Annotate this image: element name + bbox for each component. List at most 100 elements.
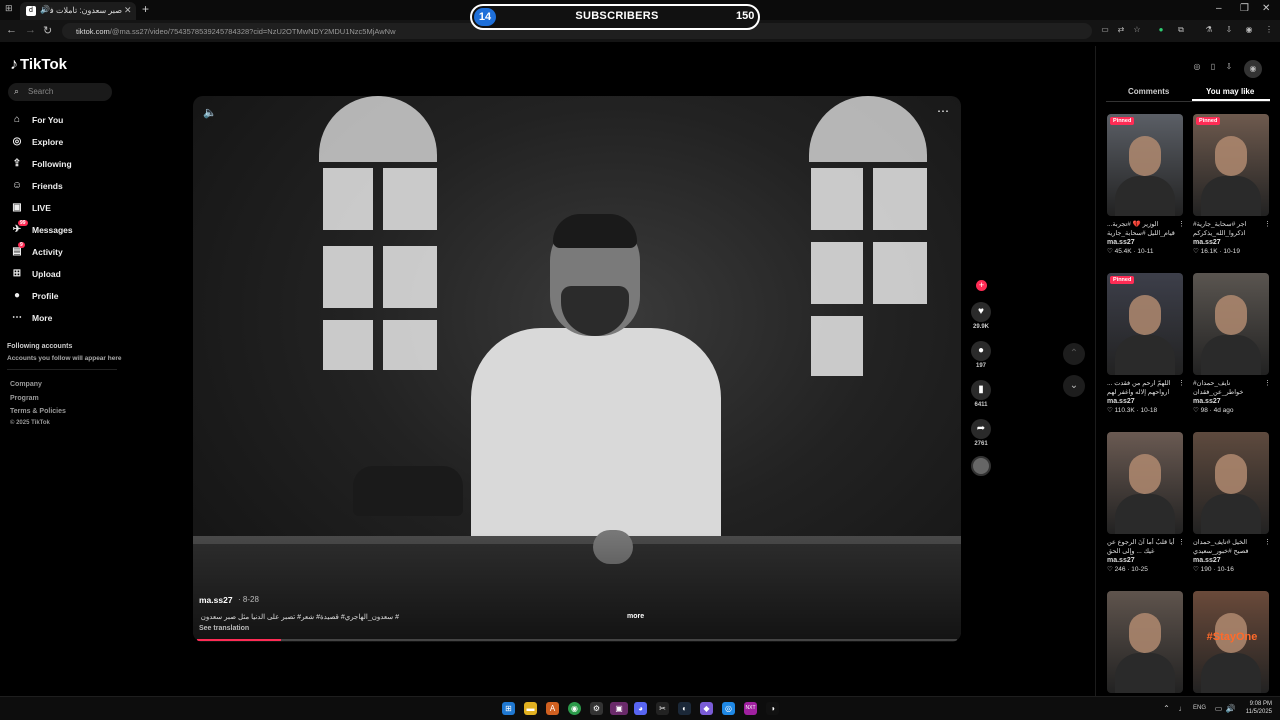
tiktok-logo[interactable]: ♪ TikTok: [10, 56, 67, 74]
file-explorer-icon[interactable]: ▬: [524, 702, 537, 715]
video-player[interactable]: 🔈 ⋯ ma.ss27 · 8-28 # سعدون_الهاجري# قصيد…: [193, 96, 961, 642]
app-purple-icon[interactable]: ◆: [700, 702, 713, 715]
video-thumbnail[interactable]: [1193, 273, 1269, 375]
search-input[interactable]: ⌕ Search: [8, 83, 112, 101]
card-more-icon[interactable]: ⋮: [1264, 220, 1271, 229]
app-gamepad-icon[interactable]: ◑: [766, 702, 779, 715]
sidebar-item-upload[interactable]: ⊞ Upload: [10, 266, 110, 284]
new-tab-button[interactable]: +: [142, 2, 149, 16]
cast-icon[interactable]: ▭: [1100, 25, 1110, 35]
tray-date[interactable]: 11/5/2025: [1240, 709, 1272, 715]
tray-time[interactable]: 9:08 PM: [1240, 701, 1272, 707]
video-thumbnail[interactable]: Pinned: [1107, 114, 1183, 216]
video-thumbnail[interactable]: Pinned: [1107, 273, 1183, 375]
translate-icon[interactable]: ⇄: [1116, 25, 1126, 35]
panel-phone-icon[interactable]: ▯: [1206, 62, 1220, 76]
tray-language[interactable]: ENG: [1193, 705, 1206, 711]
tab-audio-icon[interactable]: 🔊: [40, 5, 50, 14]
card-more-icon[interactable]: ⋮: [1264, 379, 1271, 388]
card-author[interactable]: ma.ss27: [1193, 398, 1271, 405]
app-blue-icon[interactable]: ◎: [722, 702, 735, 715]
footer-terms-link[interactable]: Terms & Policies: [10, 408, 66, 415]
see-translation-button[interactable]: See translation: [199, 625, 249, 632]
card-more-icon[interactable]: ⋮: [1178, 538, 1185, 547]
footer-program-link[interactable]: Program: [10, 395, 39, 402]
volume-icon[interactable]: 🔈: [203, 106, 217, 119]
recommended-video-card[interactable]: أيا قلبُ أما آنَ الرجوع عن غيك ... وإلى …: [1107, 432, 1185, 573]
sidebar-item-friends[interactable]: ☺ Friends: [10, 178, 110, 196]
steam-icon[interactable]: ◐: [678, 702, 691, 715]
tab-comments[interactable]: Comments: [1128, 87, 1169, 96]
close-window-button[interactable]: ✕: [1262, 3, 1270, 14]
panel-compass-icon[interactable]: ◎: [1190, 62, 1204, 76]
video-progress-bar[interactable]: [197, 639, 957, 641]
video-thumbnail[interactable]: [1193, 432, 1269, 534]
browser-tab[interactable]: d 🔊 صبر سعدون: تأملات في الح... ✕: [20, 2, 136, 20]
video-thumbnail[interactable]: #StayOne: [1193, 591, 1269, 693]
card-more-icon[interactable]: ⋮: [1264, 538, 1271, 547]
card-author[interactable]: ma.ss27: [1107, 239, 1185, 246]
forward-arrow-icon[interactable]: →: [25, 24, 36, 36]
capcut-icon[interactable]: ✂: [656, 702, 669, 715]
sidebar-item-following[interactable]: ⇪ Following: [10, 156, 110, 174]
recommended-video-card[interactable]: [1107, 591, 1185, 693]
profile-avatar-icon[interactable]: ◉: [1244, 25, 1254, 35]
video-author[interactable]: ma.ss27: [199, 595, 233, 605]
minimize-button[interactable]: –: [1216, 3, 1222, 14]
tray-volume-icon[interactable]: 🔊: [1224, 702, 1237, 715]
next-video-chevron-down-icon[interactable]: ⌄: [1063, 375, 1085, 397]
sidebar-item-activity[interactable]: ▤ 9 Activity: [10, 242, 110, 262]
extensions-puzzle-icon[interactable]: ⧉: [1176, 25, 1186, 35]
tab-close-icon[interactable]: ✕: [124, 5, 132, 16]
footer-company-link[interactable]: Company: [10, 381, 42, 388]
like-action[interactable]: ♥ 29.9K: [971, 302, 991, 330]
tray-chevron-up-icon[interactable]: ⌃: [1160, 702, 1173, 715]
video-thumbnail[interactable]: Pinned: [1193, 114, 1269, 216]
panel-download-icon[interactable]: ⇩: [1222, 62, 1236, 76]
recommended-video-card[interactable]: Pinned الوزير 💔 #تجربة... قيام_الليل #سحا…: [1107, 114, 1185, 255]
share-action[interactable]: ➦ 2761: [971, 419, 991, 447]
recommended-video-card[interactable]: نايف_حمدان# خواطر_عن_فقدان ⋮ ma.ss27 ♡ 98 ·…: [1193, 273, 1271, 414]
start-windows-icon[interactable]: ⊞: [502, 702, 515, 715]
video-more-icon[interactable]: ⋯: [937, 104, 949, 118]
recommended-video-card[interactable]: Pinned اجر #سحابة_جارية# اذكروا_الله_يذكر…: [1193, 114, 1271, 255]
browser-menu-icon[interactable]: ⋮: [1264, 25, 1274, 35]
sidebar-item-more[interactable]: ⋯ More: [10, 310, 110, 328]
extension-green-icon[interactable]: ●: [1156, 25, 1166, 35]
back-arrow-icon[interactable]: ←: [6, 24, 17, 36]
comment-action[interactable]: ● 197: [971, 341, 991, 369]
user-avatar[interactable]: ◉: [1244, 60, 1262, 78]
chrome-icon[interactable]: ◉: [568, 702, 581, 715]
maximize-button[interactable]: ❐: [1240, 3, 1249, 14]
sound-disc-icon[interactable]: [971, 456, 991, 476]
heart-icon[interactable]: ♥: [971, 302, 991, 322]
recommended-video-card[interactable]: #StayOne: [1193, 591, 1271, 693]
discord-icon[interactable]: ◕: [634, 702, 647, 715]
tray-mic-icon[interactable]: ♩: [1176, 702, 1189, 715]
recommended-video-card[interactable]: الخيل #نايف_حمدان فصيح #خبور_سعيدي ⋮ ma.ss…: [1193, 432, 1271, 573]
caption-more-button[interactable]: more: [627, 613, 644, 620]
card-more-icon[interactable]: ⋮: [1178, 379, 1185, 388]
previous-video-chevron-up-icon[interactable]: ⌃: [1063, 343, 1085, 365]
tab-you-may-like[interactable]: You may like: [1206, 87, 1254, 96]
sidebar-item-explore[interactable]: ◎ Explore: [10, 134, 110, 152]
sidebar-item-for-you[interactable]: ⌂ For You: [10, 112, 110, 130]
share-arrow-icon[interactable]: ➦: [971, 419, 991, 439]
card-author[interactable]: ma.ss27: [1107, 398, 1185, 405]
sidebar-item-messages[interactable]: ✈ 99 Messages: [10, 220, 110, 240]
bookmark-icon[interactable]: ▮: [971, 380, 991, 400]
app-next-icon[interactable]: NXT: [744, 702, 757, 715]
sidebar-item-live[interactable]: ▣ LIVE: [10, 200, 110, 218]
recommended-video-card[interactable]: Pinned اللهمّ ارحم من فقدت ... ارواحهم إل…: [1107, 273, 1185, 414]
card-author[interactable]: ma.ss27: [1193, 557, 1271, 564]
comment-bubble-icon[interactable]: ●: [971, 341, 991, 361]
bookmark-star-icon[interactable]: ☆: [1132, 25, 1142, 35]
card-more-icon[interactable]: ⋮: [1178, 220, 1185, 229]
card-author[interactable]: ma.ss27: [1107, 557, 1185, 564]
lab-icon[interactable]: ⚗: [1204, 25, 1214, 35]
tab-search-icon[interactable]: ⊞: [5, 3, 13, 14]
downloads-icon[interactable]: ⇩: [1224, 25, 1234, 35]
sidebar-item-profile[interactable]: ● Profile: [10, 288, 110, 306]
card-author[interactable]: ma.ss27: [1193, 239, 1271, 246]
video-thumbnail[interactable]: [1107, 432, 1183, 534]
